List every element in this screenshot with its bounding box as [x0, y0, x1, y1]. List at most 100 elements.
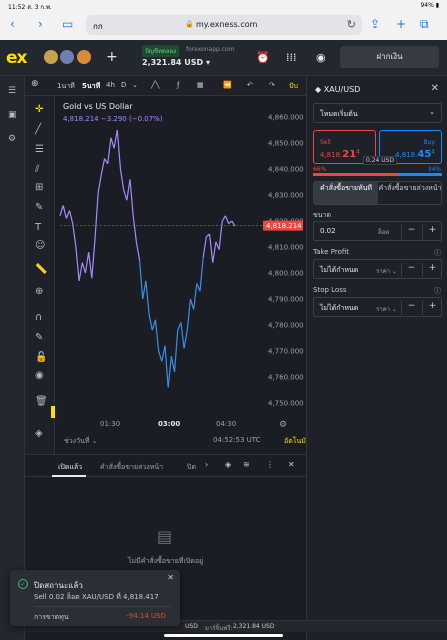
toolbar-right-label[interactable]: ปับ	[289, 81, 298, 92]
time-range-button[interactable]: ช่วงวันที่ ⌄	[64, 436, 98, 447]
horizontal-lines-icon[interactable]: ☰	[35, 144, 44, 155]
take-profit-input[interactable]: ไม่ได้กำหนด	[320, 265, 358, 276]
flag-icon[interactable]	[77, 50, 91, 64]
share-icon[interactable]: ⇪	[370, 17, 380, 31]
reload-icon[interactable]: ↻	[347, 18, 356, 31]
volume-minus-button[interactable]: −	[401, 225, 421, 239]
indicators-icon[interactable]: ƒ	[177, 81, 179, 89]
exness-logo[interactable]: ex	[6, 48, 27, 68]
stop-loss-minus-button[interactable]: −	[401, 301, 421, 315]
volume-stepper[interactable]: 0.02 ล็อต − +	[313, 221, 442, 241]
emoji-icon[interactable]: ☺	[35, 240, 45, 251]
stop-loss-input[interactable]: ไม่ได้กำหนด	[320, 303, 358, 314]
trash-icon[interactable]: 🗑	[35, 396, 48, 407]
close-panel-icon[interactable]: ✕	[288, 460, 295, 469]
mode-select[interactable]: โหมดเริ่มต้น ⌄	[313, 103, 442, 123]
calendar-icon[interactable]: ▣	[8, 110, 17, 120]
home-indicator	[164, 634, 283, 637]
zoom-icon[interactable]: ⊕	[35, 286, 43, 297]
parallel-channel-icon[interactable]: ⫽	[35, 164, 39, 175]
chart-canvas[interactable]: 4,860.0004,850.0004,840.0004,830.0004,82…	[55, 96, 306, 454]
back-icon[interactable]: ‹	[10, 17, 15, 31]
replay-icon[interactable]: ⏪	[223, 81, 232, 89]
price-line-segment	[148, 314, 153, 331]
account-balance[interactable]: 2,321.84 USD ▾	[142, 58, 210, 67]
chart-type-icon[interactable]: ╱╲	[151, 81, 159, 89]
deposit-button[interactable]: ฝากเงิน	[340, 46, 439, 68]
price-chart[interactable]: 4,860.0004,850.0004,840.0004,830.0004,82…	[55, 96, 310, 454]
timeframe-d[interactable]: D	[121, 81, 126, 89]
stack-icon[interactable]: ≋	[243, 460, 250, 469]
magnet-icon[interactable]: ∩	[35, 312, 42, 323]
profile-icon[interactable]: ◉	[316, 51, 326, 64]
stop-loss-unit[interactable]: ราคา ⌄	[376, 304, 397, 314]
timeframe-1m[interactable]: 1นาที	[57, 81, 75, 92]
book-icon[interactable]: ▭	[62, 17, 73, 31]
flag-icon[interactable]	[60, 50, 74, 64]
fib-icon[interactable]: ⊞	[35, 182, 43, 193]
redo-icon[interactable]: ↷	[269, 81, 275, 89]
price-line-segment	[126, 179, 131, 201]
take-profit-plus-button[interactable]: +	[422, 263, 442, 277]
lock-icon[interactable]: 🔓	[35, 352, 47, 363]
visibility-icon[interactable]: ◉	[35, 370, 44, 381]
grouping-icon[interactable]: ◈	[225, 460, 231, 469]
chart-toolbar: ⊕ 1นาที 5นาที 4h D ⌄ ╱╲ ƒ ▦ ⏪ ↶ ↷ ปับ	[25, 76, 306, 96]
tab-open-positions[interactable]: เปิดแล้ว	[58, 462, 82, 473]
chevron-down-icon: ⌄	[429, 108, 435, 116]
apps-grid-icon[interactable]: ⁞⁞⁞	[286, 51, 297, 64]
text-icon[interactable]: T	[35, 222, 41, 233]
price-line-segment	[199, 257, 204, 292]
forward-icon[interactable]: ›	[38, 17, 43, 31]
new-tab-icon[interactable]: +	[396, 17, 406, 31]
crosshair-icon[interactable]: ✛	[35, 104, 43, 115]
timeframe-4h[interactable]: 4h	[106, 81, 115, 89]
y-tick-label: 4,830.000	[268, 192, 304, 200]
stop-loss-field[interactable]: ไม่ได้กำหนด ราคา ⌄ − +	[313, 297, 442, 317]
toast-pnl-value: -94.14 USD	[126, 612, 166, 620]
layers-icon[interactable]: ◈	[35, 428, 43, 439]
volume-input[interactable]: 0.02	[320, 227, 336, 235]
info-icon[interactable]: ⓘ	[434, 286, 441, 296]
tabs-icon[interactable]: ⧉	[420, 17, 429, 31]
stop-loss-plus-button[interactable]: +	[422, 301, 442, 315]
settings-icon[interactable]: ⚙	[8, 134, 16, 144]
address-bar[interactable]: กก 🔒 my.exness.com ↻	[86, 15, 362, 35]
panel-symbol: ◆ XAU/USD	[315, 85, 361, 94]
tab-closed-positions[interactable]: ปิด	[187, 462, 196, 473]
info-icon[interactable]: ⓘ	[434, 248, 441, 258]
tab-pending-order[interactable]: คำสั่งซื้อขายล่วงหน้า	[378, 182, 442, 204]
tab-pending-positions[interactable]: คำสั่งซื้อขายล่วงหน้า	[100, 462, 163, 473]
take-profit-minus-button[interactable]: −	[401, 263, 421, 277]
menu-icon[interactable]: ☰	[8, 86, 16, 96]
ruler-icon[interactable]: 📏	[35, 264, 47, 275]
close-icon[interactable]: ✕	[431, 83, 439, 94]
timeframe-dropdown-icon[interactable]: ⌄	[132, 81, 138, 89]
chevron-right-icon[interactable]: ›	[205, 460, 208, 469]
timeframe-5m[interactable]: 5นาที	[82, 81, 100, 92]
layout-icon[interactable]: ▦	[197, 81, 204, 89]
toast-close-icon[interactable]: ✕	[167, 573, 174, 582]
size-label: ขนาด	[313, 211, 332, 219]
volume-plus-button[interactable]: +	[422, 225, 442, 239]
x-tick-label: 03:00	[158, 420, 180, 428]
order-panel: ◆ XAU/USD ✕ โหมดเริ่มต้น ⌄ Sell 4,818.214…	[306, 76, 447, 640]
status-time: 11:52 ส. 3 ก.พ.	[8, 4, 52, 11]
positions-tabs: เปิดแล้ว คำสั่งซื้อขายล่วงหน้า ปิด › ◈ ≋…	[25, 455, 306, 477]
take-profit-field[interactable]: ไม่ได้กำหนด ราคา ⌄ − +	[313, 259, 442, 279]
price-line-segment	[59, 205, 64, 216]
flag-icon[interactable]	[44, 50, 58, 64]
add-indicator-icon[interactable]: ⊕	[31, 79, 39, 89]
lock-drawing-icon[interactable]: ✎	[35, 332, 43, 343]
reader-aa[interactable]: กก	[93, 20, 103, 33]
more-icon[interactable]: ⋮	[266, 460, 274, 469]
chart-settings-icon[interactable]: ⚙	[279, 420, 287, 430]
alarm-icon[interactable]: ⏰	[256, 51, 270, 64]
brush-icon[interactable]: ✎	[35, 202, 43, 213]
add-instrument-button[interactable]: +	[106, 49, 118, 65]
tab-instant-order[interactable]: คำสั่งซื้อขายทันที	[314, 182, 378, 204]
price-line-segment	[132, 215, 137, 242]
trend-line-icon[interactable]: ╱	[35, 124, 41, 135]
take-profit-unit[interactable]: ราคา ⌄	[376, 266, 397, 276]
undo-icon[interactable]: ↶	[247, 81, 253, 89]
